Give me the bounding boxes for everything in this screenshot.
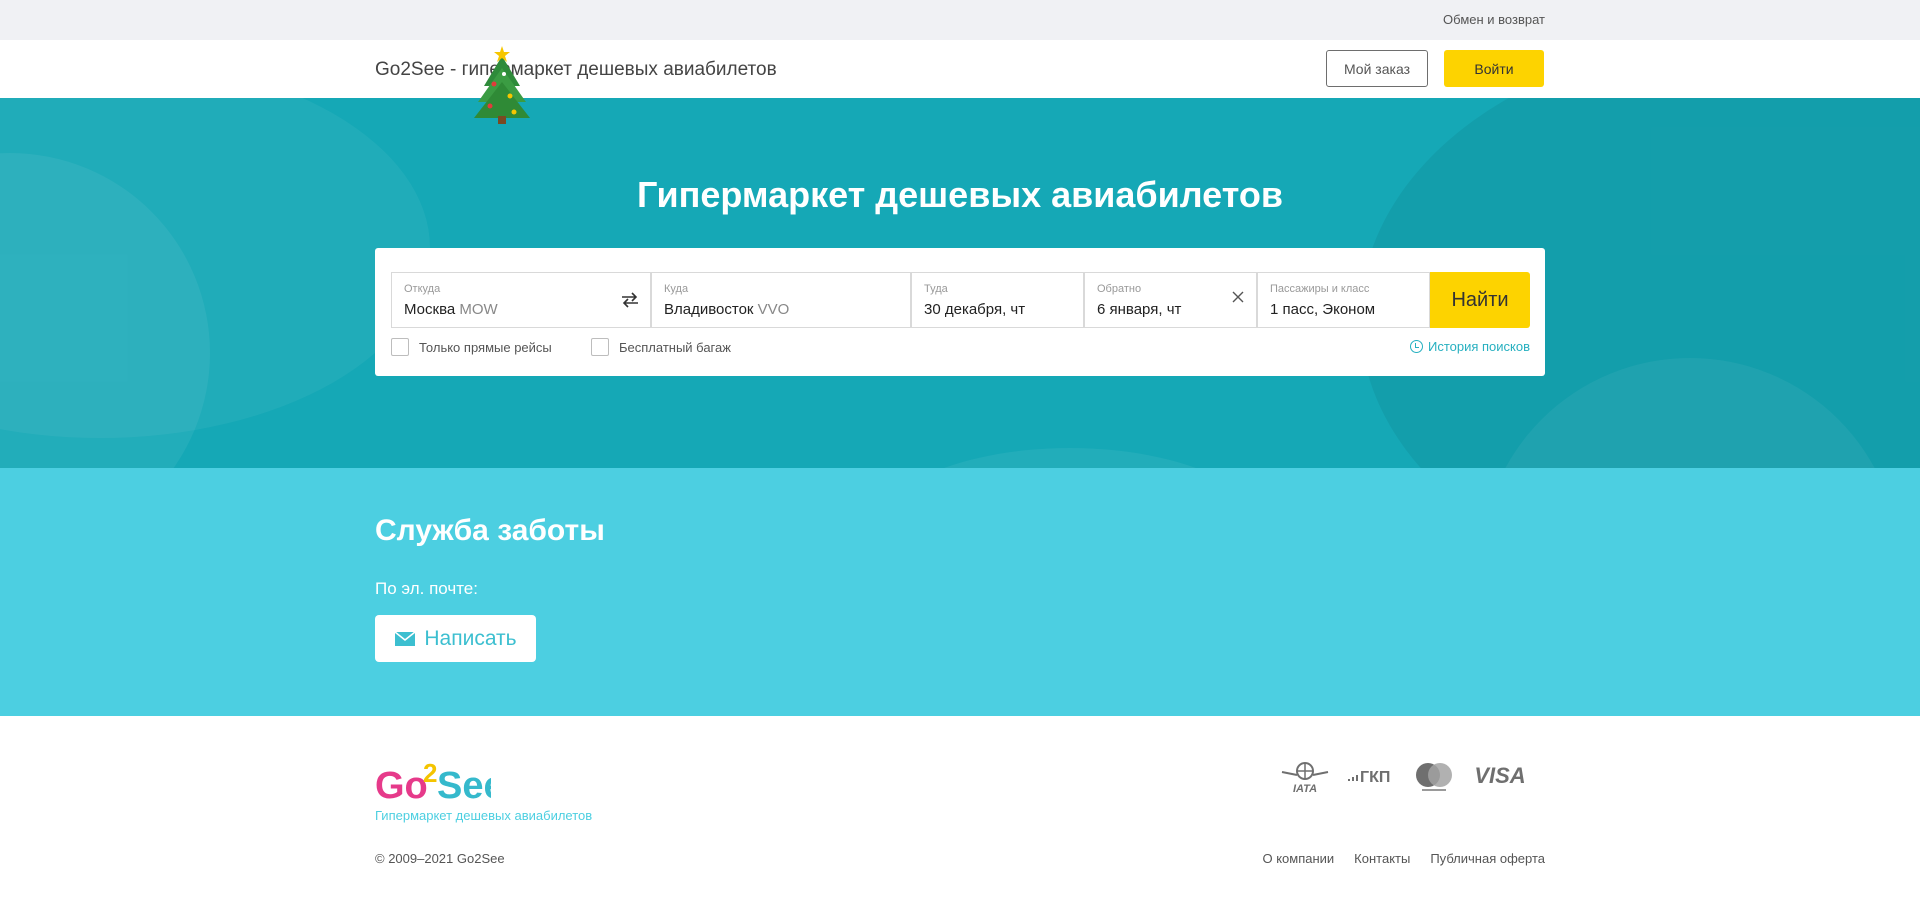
return-value: 6 января, чт (1097, 301, 1182, 318)
to-value[interactable]: Владивосток VVO (664, 301, 789, 318)
footer-links: О компании Контакты Публичная оферта (1262, 851, 1545, 866)
search-history-link[interactable]: История поисков (1409, 339, 1530, 354)
from-city: Москва (404, 301, 456, 318)
footer-link-offer[interactable]: Публичная оферта (1430, 851, 1545, 866)
footer-link-contacts[interactable]: Контакты (1354, 851, 1410, 866)
from-code: MOW (459, 301, 498, 318)
mastercard-logo-icon (1416, 763, 1452, 791)
from-field[interactable]: Откуда Москва MOW (391, 272, 651, 328)
to-label: Куда (664, 283, 689, 295)
to-field[interactable]: Куда Владивосток VVO (651, 272, 911, 328)
svg-text:2: 2 (423, 758, 437, 788)
write-email-label: Написать (424, 626, 517, 650)
hero-title: Гипермаркет дешевых авиабилетов (637, 174, 1283, 215)
to-code: VVO (757, 301, 790, 318)
svg-text:VISA: VISA (1474, 763, 1525, 788)
header: Go2See - гипермаркет дешевых авиабилетов… (0, 40, 1920, 124)
search-history-label: История поисков (1427, 339, 1530, 354)
top-bar: Обмен и возврат (0, 0, 1920, 40)
login-button[interactable]: Войти (1444, 50, 1544, 87)
from-label: Откуда (404, 283, 441, 295)
close-icon[interactable] (1232, 291, 1244, 303)
free-baggage-label: Бесплатный багаж (619, 339, 731, 355)
depart-date-field[interactable]: Туда 30 декабря, чт (911, 272, 1084, 328)
envelope-icon (394, 630, 416, 646)
exchange-refund-link[interactable]: Обмен и возврат (1443, 12, 1545, 27)
hero-section: Гипермаркет дешевых авиабилетов Откуда М… (0, 98, 1920, 468)
customer-care-section: Служба заботы По эл. почте: Написать (0, 468, 1920, 716)
direct-flights-checkbox[interactable]: Только прямые рейсы (391, 338, 552, 356)
go2see-logo[interactable]: Go 2 See (375, 758, 491, 802)
passengers-field[interactable]: Пассажиры и класс 1 пасс, Эконом (1257, 272, 1430, 328)
swap-icon[interactable] (620, 290, 640, 310)
nkp-logo-icon: ГКП (1348, 769, 1390, 786)
footer: Go 2 See Гипермаркет дешевых авиабилетов… (0, 716, 1920, 924)
depart-value: 30 декабря, чт (924, 301, 1026, 318)
from-value[interactable]: Москва MOW (404, 301, 498, 318)
svg-text:ГКП: ГКП (1360, 769, 1390, 786)
return-label: Обратно (1097, 283, 1142, 295)
depart-label: Туда (924, 283, 948, 295)
clock-icon (1409, 340, 1423, 353)
passengers-label: Пассажиры и класс (1270, 283, 1370, 295)
copyright: © 2009–2021 Go2See (375, 851, 505, 866)
to-city: Владивосток (664, 301, 754, 318)
footer-tagline: Гипермаркет дешевых авиабилетов (375, 808, 593, 823)
passengers-value: 1 пасс, Эконом (1270, 301, 1376, 318)
direct-flights-label: Только прямые рейсы (419, 339, 552, 355)
email-label: По эл. почте: (375, 579, 478, 598)
checkbox-box[interactable] (591, 338, 609, 356)
svg-text:IATA: IATA (1293, 783, 1317, 794)
decor-circle (860, 448, 1280, 468)
free-baggage-checkbox[interactable]: Бесплатный багаж (591, 338, 731, 356)
search-form: Откуда Москва MOW Куда Владивосток VVO Т… (375, 248, 1545, 376)
checkbox-box[interactable] (391, 338, 409, 356)
logo-alt-text[interactable]: Go2See - гипермаркет дешевых авиабилетов (375, 59, 777, 81)
care-title: Служба заботы (375, 514, 605, 547)
svg-text:Go: Go (375, 765, 428, 802)
svg-text:See: See (437, 765, 491, 802)
return-date-field[interactable]: Обратно 6 января, чт (1084, 272, 1257, 328)
iata-logo-icon: IATA (1281, 762, 1329, 794)
find-button[interactable]: Найти (1430, 272, 1530, 328)
footer-link-about[interactable]: О компании (1262, 851, 1334, 866)
visa-logo-icon: VISA (1474, 763, 1525, 788)
christmas-tree-icon (474, 46, 530, 124)
write-email-button[interactable]: Написать (375, 615, 536, 662)
my-order-button[interactable]: Мой заказ (1326, 50, 1428, 87)
